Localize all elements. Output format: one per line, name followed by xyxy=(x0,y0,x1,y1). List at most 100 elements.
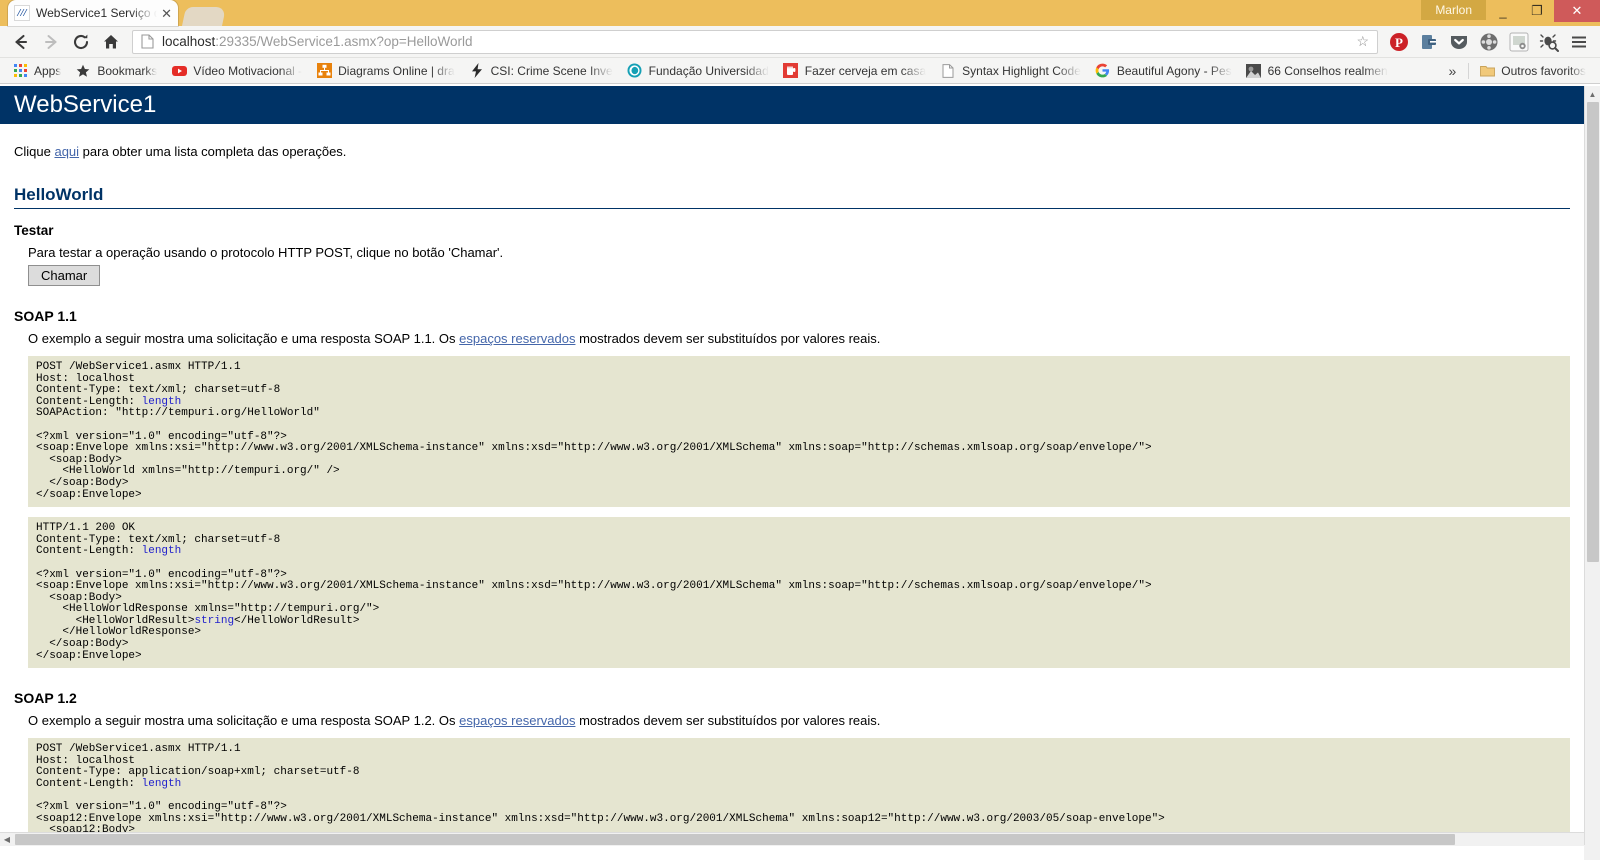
bookmark-item-csi[interactable]: CSI: Crime Scene Inve xyxy=(463,61,619,81)
bookmark-item-syntax-highlight[interactable]: Syntax Highlight Code xyxy=(934,61,1087,81)
asmx-icon: /// xyxy=(14,5,30,21)
browser-tab[interactable]: /// WebService1 Serviço da W ✕ xyxy=(8,0,178,26)
bookmark-label: Fazer cerveja em casa xyxy=(804,63,927,78)
horizontal-scroll-thumb[interactable] xyxy=(15,834,1455,845)
globe-icon xyxy=(627,63,643,79)
scrollbar-corner xyxy=(1584,845,1600,860)
chrome-menu-icon[interactable] xyxy=(1566,29,1592,55)
intro-prefix: Clique xyxy=(14,144,55,159)
minimize-button[interactable]: _ xyxy=(1486,0,1520,22)
soap12-heading: SOAP 1.2 xyxy=(14,690,77,707)
operations-intro: Clique aqui para obter uma lista complet… xyxy=(14,144,1570,159)
address-bar[interactable]: localhost:29335/WebService1.asmx?op=Hell… xyxy=(132,29,1378,54)
bookmark-folder-other[interactable]: Outros favoritos xyxy=(1473,61,1592,81)
operation-title: HelloWorld xyxy=(14,185,1570,209)
vertical-scroll-thumb[interactable] xyxy=(1587,102,1599,562)
window-controls: Marlon _ ❐ ✕ xyxy=(1421,0,1600,26)
browser-toolbar: localhost:29335/WebService1.asmx?op=Hell… xyxy=(0,26,1600,58)
video-downloader-extension-icon[interactable] xyxy=(1476,29,1502,55)
star-icon xyxy=(75,63,91,79)
scroll-up-icon[interactable]: ▲ xyxy=(1585,86,1600,102)
photo-icon xyxy=(1246,63,1262,79)
page-icon xyxy=(141,34,154,49)
image-tools-extension-icon[interactable] xyxy=(1506,29,1532,55)
soap11-placeholders-link[interactable]: espaços reservados xyxy=(459,331,575,346)
test-heading: Testar xyxy=(14,223,54,238)
pinterest-extension-icon[interactable]: P xyxy=(1386,29,1412,55)
bookmark-item-video-motivacional[interactable]: Vídeo Motivacional - xyxy=(165,61,308,81)
bug-search-extension-icon[interactable] xyxy=(1536,29,1562,55)
soap11-desc-after: mostrados devem ser substituídos por val… xyxy=(575,331,881,346)
new-tab-button[interactable] xyxy=(181,7,227,26)
bookmark-item-66-conselhos[interactable]: 66 Conselhos realmen xyxy=(1240,61,1394,81)
bookmark-label: Syntax Highlight Code xyxy=(962,63,1081,78)
beer-icon xyxy=(783,63,799,79)
intro-suffix: para obter uma lista completa das operaç… xyxy=(79,144,347,159)
close-window-button[interactable]: ✕ xyxy=(1554,0,1600,22)
bookmark-label: Fundação Universidad xyxy=(648,63,769,78)
bookmark-item-bookmarks[interactable]: Bookmarks xyxy=(69,61,163,81)
soap12-request-code: POST /WebService1.asmx HTTP/1.1 Host: lo… xyxy=(28,738,1570,846)
url-path: :29335/WebService1.asmx?op=HelloWorld xyxy=(215,34,473,49)
vertical-scrollbar[interactable]: ▲ xyxy=(1584,86,1600,846)
bookmark-item-fundacao-universidade[interactable]: Fundação Universidad xyxy=(621,61,775,81)
bookmark-label: 66 Conselhos realmen xyxy=(1267,63,1388,78)
bookmark-label: Beautiful Agony - Pes xyxy=(1116,63,1232,78)
soap11-response-code: HTTP/1.1 200 OK Content-Type: text/xml; … xyxy=(28,517,1570,669)
evernote-clipper-extension-icon[interactable] xyxy=(1416,29,1442,55)
horizontal-scrollbar[interactable]: ◀ xyxy=(0,832,1584,846)
tab-title: WebService1 Serviço da W xyxy=(36,6,157,20)
bookmarks-bar: Apps Bookmarks Vídeo Motivacional - Diag… xyxy=(0,58,1600,84)
bookmark-label: Outros favoritos xyxy=(1501,63,1586,78)
forward-icon[interactable] xyxy=(36,28,66,56)
pocket-extension-icon[interactable] xyxy=(1446,29,1472,55)
svg-text:P: P xyxy=(1395,35,1403,50)
bookmark-label: CSI: Crime Scene Inve xyxy=(490,63,613,78)
code-placeholder: length xyxy=(141,545,182,558)
operations-list-link[interactable]: aqui xyxy=(54,144,79,159)
bookmark-item-apps[interactable]: Apps xyxy=(6,61,67,81)
test-section: Para testar a operação usando o protocol… xyxy=(26,245,1570,287)
address-bar-url: localhost:29335/WebService1.asmx?op=Hell… xyxy=(162,34,473,49)
bookmark-label: Vídeo Motivacional - xyxy=(193,63,303,78)
bookmark-item-beautiful-agony[interactable]: Beautiful Agony - Pes xyxy=(1089,61,1238,81)
bookmarks-overflow: » Outros favoritos xyxy=(1443,61,1595,81)
scroll-left-icon[interactable]: ◀ xyxy=(0,835,14,844)
soap12-desc-before: O exemplo a seguir mostra uma solicitaçã… xyxy=(28,713,460,729)
lightning-icon xyxy=(469,63,485,79)
tab-close-icon[interactable]: ✕ xyxy=(161,7,172,20)
youtube-icon xyxy=(171,63,187,79)
home-icon[interactable] xyxy=(96,28,126,56)
bookmark-item-fazer-cerveja[interactable]: Fazer cerveja em casa xyxy=(777,61,932,81)
bookmark-star-icon[interactable]: ☆ xyxy=(1356,33,1369,50)
url-host: localhost xyxy=(162,34,216,49)
page-title: WebService1 xyxy=(14,91,157,118)
reload-icon[interactable] xyxy=(66,28,96,56)
code-placeholder: length xyxy=(141,395,182,408)
restore-button[interactable]: ❐ xyxy=(1520,0,1554,22)
google-icon xyxy=(1095,63,1111,79)
code-placeholder: length xyxy=(141,778,182,791)
profile-chip[interactable]: Marlon xyxy=(1421,0,1486,20)
drawio-icon xyxy=(316,63,332,79)
bookmarks-overflow-button[interactable]: » xyxy=(1443,61,1463,81)
code-placeholder: string xyxy=(194,614,235,627)
chrome-browser-window: /// WebService1 Serviço da W ✕ Marlon _ … xyxy=(0,0,1600,860)
back-icon[interactable] xyxy=(6,28,36,56)
call-button[interactable]: Chamar xyxy=(26,264,102,287)
soap11-description: O exemplo a seguir mostra uma solicitaçã… xyxy=(28,331,1570,346)
bookmark-label: Bookmarks xyxy=(97,63,158,78)
page-content: Clique aqui para obter uma lista complet… xyxy=(0,144,1584,846)
browser-title-bar: /// WebService1 Serviço da W ✕ Marlon _ … xyxy=(0,0,1600,26)
service-banner: WebService1 xyxy=(0,86,1584,124)
soap12-placeholders-link[interactable]: espaços reservados xyxy=(459,713,575,728)
soap11-heading: SOAP 1.1 xyxy=(14,308,77,324)
webservice-page: WebService1 Clique aqui para obter uma l… xyxy=(0,86,1584,846)
extension-icons: P xyxy=(1386,29,1594,55)
folder-icon xyxy=(1479,63,1495,79)
bookmark-item-diagrams-online[interactable]: Diagrams Online | dra xyxy=(310,61,461,81)
test-description: Para testar a operação usando o protocol… xyxy=(28,245,504,260)
bookmarks-divider xyxy=(1468,62,1470,79)
apps-grid-icon xyxy=(12,63,28,79)
soap12-desc-after: mostrados devem ser substituídos por val… xyxy=(575,713,881,729)
